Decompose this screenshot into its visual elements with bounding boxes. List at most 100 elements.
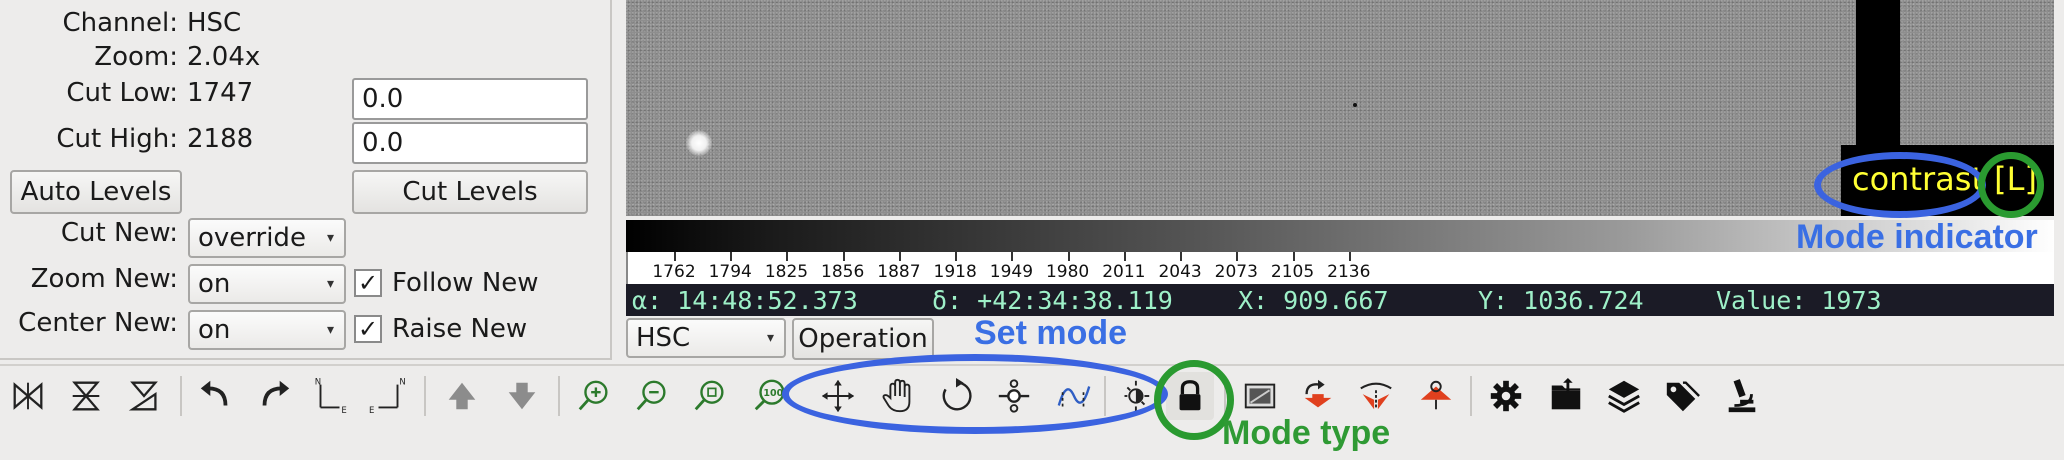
- colorbar-tick-label: 2073: [1214, 262, 1258, 282]
- cursor-readout: α: 14:48:52.373 δ: +42:34:38.119 X: 909.…: [626, 284, 2054, 316]
- cut-new-label: Cut New:: [60, 218, 178, 248]
- cut-levels-button[interactable]: Cut Levels: [352, 170, 588, 214]
- flip-y-icon[interactable]: [62, 372, 110, 420]
- colorbar-tick: [674, 252, 676, 261]
- cut-low-value: 1747: [187, 78, 254, 108]
- operation-button[interactable]: Operation: [792, 318, 934, 360]
- colorbar-tick-label: 1918: [933, 262, 977, 282]
- mode-type-indicator-highlight: [1978, 152, 2044, 218]
- readout-value: Value: 1973: [1716, 286, 1882, 315]
- star-source: [686, 130, 712, 156]
- colorbar-tick-label: 1794: [708, 262, 752, 282]
- mode-type-annotation: Mode type: [1222, 414, 1391, 452]
- center-new-select-value: on: [198, 315, 231, 345]
- toolbar-separator: [424, 376, 426, 416]
- microscope-icon[interactable]: [1718, 372, 1766, 420]
- colorbar-tick: [1123, 252, 1126, 261]
- svg-text:N: N: [399, 378, 405, 388]
- rotate-right-icon[interactable]: [250, 372, 298, 420]
- image-feature: [1353, 103, 1357, 107]
- colorbar-tick-label: 1887: [877, 262, 921, 282]
- colorbar-tick: [786, 252, 789, 261]
- zoom-value: 2.04x: [187, 42, 261, 72]
- settings-icon[interactable]: [1482, 372, 1530, 420]
- open-file-icon[interactable]: [1542, 372, 1590, 420]
- cut-new-select[interactable]: override ▾: [188, 218, 346, 258]
- zoom-in-icon[interactable]: [570, 372, 618, 420]
- readout-x: X: 909.667: [1238, 286, 1389, 315]
- zoom-label: Zoom:: [94, 42, 178, 72]
- tags-icon[interactable]: [1658, 372, 1706, 420]
- cut-high-input[interactable]: 0.0: [352, 122, 588, 164]
- cut-low-label: Cut Low:: [66, 78, 178, 108]
- flip-x-icon[interactable]: [4, 372, 52, 420]
- chevron-down-icon: ▾: [326, 276, 334, 292]
- channel-select[interactable]: HSC ▾: [626, 318, 786, 358]
- toolbar-separator: [180, 376, 182, 416]
- readout-ra: α: 14:48:52.373: [632, 286, 858, 315]
- channel-value: HSC: [187, 8, 242, 38]
- mode-indicator-annotation: Mode indicator: [1796, 218, 2038, 256]
- info-panel: Channel: HSC Zoom: 2.04x Cut Low: 1747 0…: [0, 0, 612, 360]
- zoom-fit-icon[interactable]: [686, 372, 734, 420]
- cut-high-label: Cut High:: [56, 124, 178, 154]
- chevron-down-icon: ▾: [766, 330, 774, 346]
- colorbar-tick-label: 2011: [1102, 262, 1146, 282]
- center-new-select[interactable]: on ▾: [188, 310, 346, 350]
- colorbar-tick: [1292, 252, 1295, 261]
- channel-label: Channel:: [62, 8, 178, 38]
- colorbar-tick: [1067, 252, 1070, 261]
- cut-new-select-value: override: [198, 223, 306, 253]
- zoom-new-select-value: on: [198, 269, 231, 299]
- center-image-icon[interactable]: [1294, 372, 1342, 420]
- image-border-column: [1856, 0, 1900, 150]
- center-new-label: Center New:: [18, 308, 178, 338]
- colorbar-tick: [842, 252, 845, 261]
- colorbar-tick-label: 1949: [989, 262, 1034, 282]
- colorbar-tick: [898, 252, 901, 261]
- chevron-down-icon: ▾: [326, 322, 334, 338]
- colorbar-tick: [1011, 252, 1014, 261]
- set-mode-annotation: Set mode: [974, 314, 1128, 352]
- ginga-window: Channel: HSC Zoom: 2.04x Cut Low: 1747 0…: [0, 0, 2064, 460]
- zoom-new-select[interactable]: on ▾: [188, 264, 346, 304]
- follow-new-label: Follow New: [392, 268, 539, 298]
- orient-ne-icon[interactable]: NE: [306, 372, 354, 420]
- zoom-new-label: Zoom New:: [30, 264, 178, 294]
- rotate-left-icon[interactable]: [192, 372, 240, 420]
- colorbar-tick: [955, 252, 958, 261]
- raise-new-checkbox[interactable]: ✓ Raise New: [354, 314, 527, 344]
- colorbar-tick-label: 2105: [1270, 262, 1315, 282]
- colorbar-tick: [1348, 252, 1351, 261]
- next-image-icon[interactable]: [498, 372, 546, 420]
- colorbar-tick: [1180, 252, 1183, 261]
- swap-xy-icon[interactable]: [120, 372, 168, 420]
- svg-text:N: N: [315, 378, 321, 388]
- colorbar-tick-label: 1762: [652, 262, 696, 282]
- readout-y: Y: 1036.724: [1478, 286, 1644, 315]
- colorbar-tick: [730, 252, 733, 261]
- cut-low-input[interactable]: 0.0: [352, 78, 588, 120]
- set-mode-highlight: [782, 354, 1168, 434]
- prev-image-icon[interactable]: [438, 372, 486, 420]
- auto-pan-icon[interactable]: [1412, 372, 1460, 420]
- follow-new-checkbox[interactable]: ✓ Follow New: [354, 268, 539, 298]
- auto-cuts-icon[interactable]: [1236, 372, 1284, 420]
- zoom-fit-red-icon[interactable]: [1352, 372, 1400, 420]
- svg-text:E: E: [341, 406, 346, 415]
- cut-high-value: 2188: [187, 124, 254, 154]
- zoom-out-icon[interactable]: [628, 372, 676, 420]
- orient-en-icon[interactable]: NE: [364, 372, 412, 420]
- colorbar-tick-label: 1825: [764, 262, 809, 282]
- layers-icon[interactable]: [1600, 372, 1648, 420]
- toolbar-separator: [558, 376, 560, 416]
- channel-select-value: HSC: [636, 323, 691, 353]
- auto-levels-button[interactable]: Auto Levels: [10, 170, 182, 214]
- mode-indicator-highlight: [1814, 152, 1986, 218]
- colorbar-tick-label: 1856: [821, 262, 865, 282]
- toolbar-separator: [1470, 376, 1472, 416]
- readout-dec: δ: +42:34:38.119: [932, 286, 1173, 315]
- checkmark-icon: ✓: [354, 269, 382, 297]
- colorbar-tick-label: 1980: [1045, 262, 1090, 282]
- colorbar-tick: [1236, 252, 1239, 261]
